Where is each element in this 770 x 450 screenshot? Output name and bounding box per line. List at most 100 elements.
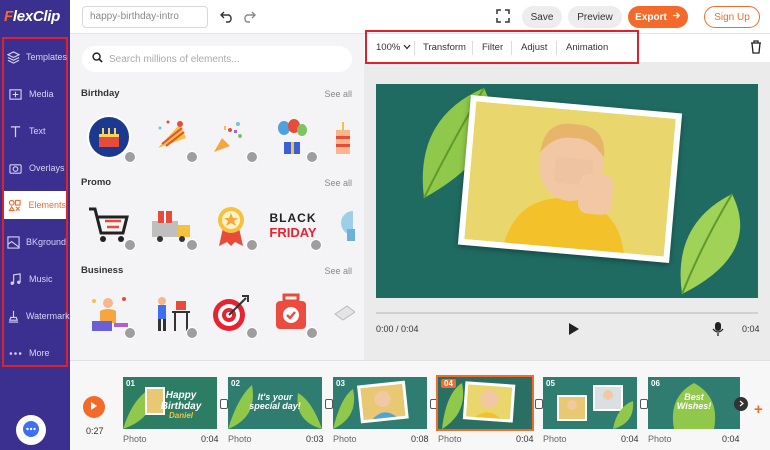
save-button[interactable]: Save: [522, 6, 562, 28]
timeline-clip-active[interactable]: 04: [436, 375, 534, 431]
element-thumb-delivery-truck[interactable]: [146, 200, 198, 251]
premium-badge-icon: [186, 239, 198, 251]
search-input[interactable]: Search millions of elements...: [82, 46, 352, 72]
premium-badge-icon: [124, 327, 136, 339]
element-thumb-confetti-cone[interactable]: [206, 112, 258, 163]
transition-icon[interactable]: [430, 399, 438, 409]
left-sidebar: FlexClip Templates Media Text Overlays E…: [0, 0, 70, 450]
text-icon: [7, 123, 23, 139]
playback-progress-track[interactable]: [376, 312, 758, 314]
transform-button[interactable]: Transform: [423, 42, 466, 53]
watermark-icon: [7, 308, 20, 324]
premium-badge-icon: [186, 327, 198, 339]
element-thumb-cake-partial[interactable]: [326, 112, 356, 162]
clip-duration: 0:04: [201, 434, 219, 444]
leaf-decoration-bottom: [680, 193, 741, 295]
see-all-promo-link[interactable]: See all: [324, 178, 352, 188]
clip-type: Photo: [333, 434, 357, 444]
timeline-clip[interactable]: 02 It's your special day!: [228, 377, 322, 429]
clip-duration: 0:03: [306, 434, 324, 444]
transition-icon[interactable]: [220, 399, 228, 409]
zoom-value: 100%: [376, 42, 401, 53]
transition-icon[interactable]: [325, 399, 333, 409]
more-icon: [7, 345, 23, 361]
element-thumb-office-desk[interactable]: [146, 288, 198, 339]
timeline-scroll-right-button[interactable]: [734, 397, 748, 411]
element-thumb-briefcase-check[interactable]: [266, 288, 318, 339]
sidebar-item-music[interactable]: Music: [4, 265, 66, 293]
sidebar-item-label: BKground: [26, 237, 67, 247]
clip-type: Photo: [543, 434, 567, 444]
clip-type: Photo: [438, 434, 462, 444]
element-thumb-person-laptop[interactable]: [84, 288, 136, 339]
element-thumb-partial-promo[interactable]: [336, 200, 358, 250]
sidebar-item-label: Elements: [28, 200, 66, 210]
element-thumb-birthday-cake[interactable]: [84, 112, 136, 163]
sidebar-item-media[interactable]: Media: [4, 80, 66, 108]
overlays-icon: [7, 160, 23, 176]
fullscreen-icon[interactable]: [496, 9, 510, 23]
arrow-right-icon: [672, 11, 681, 23]
signup-button[interactable]: Sign Up: [704, 6, 760, 28]
animation-button[interactable]: Animation: [566, 42, 608, 53]
black-friday-top-text: BLACK: [269, 210, 317, 225]
premium-badge-icon: [186, 151, 198, 163]
premium-badge-icon: [306, 151, 318, 163]
sidebar-item-text[interactable]: Text: [4, 117, 66, 145]
redo-icon[interactable]: [242, 9, 256, 23]
sidebar-item-overlays[interactable]: Overlays: [4, 154, 66, 182]
toolbar-divider: [511, 41, 512, 55]
export-button[interactable]: Export: [628, 6, 688, 28]
app-logo[interactable]: FlexClip: [4, 8, 68, 28]
toolbar-divider: [556, 41, 557, 55]
timeline-play-button[interactable]: [83, 396, 105, 418]
sidebar-item-elements[interactable]: Elements: [4, 191, 66, 219]
element-thumb-shopping-cart[interactable]: [84, 200, 136, 251]
element-thumb-party-hat[interactable]: [146, 112, 198, 163]
video-stage[interactable]: [376, 84, 758, 298]
add-clip-button[interactable]: +: [754, 401, 763, 418]
photo-frame[interactable]: [457, 95, 683, 263]
zoom-dropdown[interactable]: 100%: [376, 42, 411, 53]
element-thumb-award-ribbon[interactable]: [206, 200, 258, 251]
adjust-button[interactable]: Adjust: [521, 42, 547, 53]
transition-icon[interactable]: [640, 399, 648, 409]
sidebar-item-label: Music: [29, 274, 53, 284]
sidebar-item-bkground[interactable]: BKground: [4, 228, 66, 256]
see-all-business-link[interactable]: See all: [324, 266, 352, 276]
chat-button[interactable]: [16, 415, 46, 445]
background-icon: [7, 234, 20, 250]
sidebar-item-watermark[interactable]: Watermark: [4, 302, 70, 330]
premium-badge-icon: [124, 151, 136, 163]
trash-icon[interactable]: [750, 40, 764, 54]
sidebar-item-templates[interactable]: Templates: [4, 43, 67, 71]
sidebar-item-more[interactable]: More: [4, 339, 66, 367]
element-thumb-partial-business[interactable]: [328, 288, 358, 338]
timeline-clip[interactable]: 03: [333, 377, 427, 429]
sidebar-item-label: Overlays: [29, 163, 65, 173]
microphone-icon[interactable]: [712, 321, 724, 340]
transition-icon[interactable]: [535, 399, 543, 409]
timeline-clip[interactable]: 06 Best Wishes!: [648, 377, 740, 429]
premium-badge-icon: [246, 239, 258, 251]
project-name-input[interactable]: happy-birthday-intro: [82, 6, 208, 28]
chevron-right-icon: [739, 400, 744, 409]
clip-number: 06: [651, 379, 660, 388]
filter-button[interactable]: Filter: [482, 42, 503, 53]
clip-duration: 0:04: [621, 434, 639, 444]
sidebar-item-label: Media: [29, 89, 54, 99]
see-all-birthday-link[interactable]: See all: [324, 89, 352, 99]
timeline-clip[interactable]: 01 Happy Birthday Daniel: [123, 377, 217, 429]
timeline-clip[interactable]: 05: [543, 377, 637, 429]
element-thumb-black-friday[interactable]: BLACK FRIDAY: [266, 200, 322, 251]
play-icon[interactable]: [568, 322, 580, 339]
clip-number: 04: [441, 379, 456, 388]
element-thumb-target[interactable]: [206, 288, 258, 339]
clip-type: Photo: [648, 434, 672, 444]
top-bar: happy-birthday-intro Save Preview Export…: [70, 0, 770, 34]
element-thumb-balloons-gift[interactable]: [266, 112, 318, 163]
undo-icon[interactable]: [220, 9, 234, 23]
preview-button[interactable]: Preview: [568, 6, 622, 28]
clip-type: Photo: [123, 434, 147, 444]
premium-badge-icon: [246, 327, 258, 339]
